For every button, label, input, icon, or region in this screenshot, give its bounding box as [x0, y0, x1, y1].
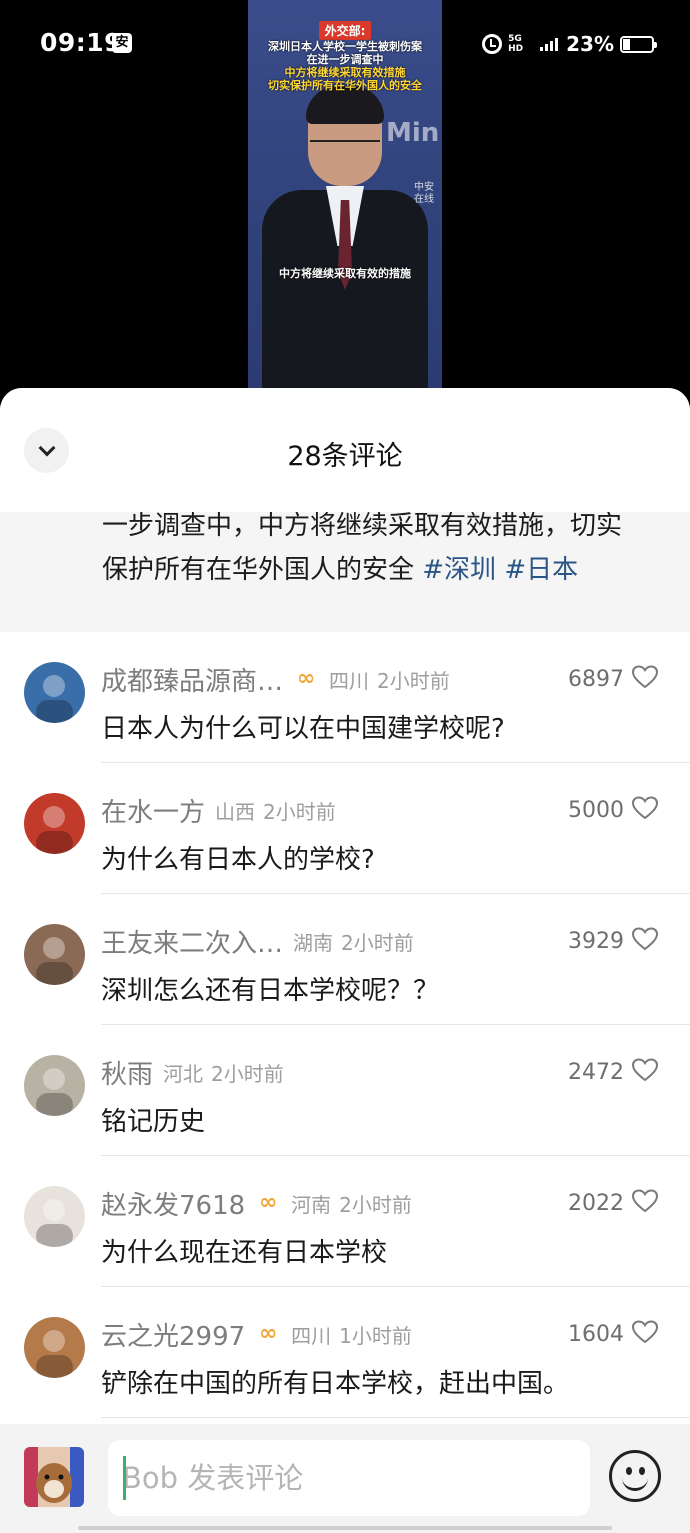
comment-text: 为什么现在还有日本学校	[101, 1238, 388, 1268]
like-count: 2022	[568, 1190, 624, 1216]
video-speaker-glasses	[310, 140, 380, 154]
avatar[interactable]	[24, 1186, 85, 1247]
like-button[interactable]: 3929	[568, 927, 659, 955]
comment-time: 2小时前	[211, 1061, 284, 1086]
comment-location: 湖南	[293, 930, 334, 955]
post-text-line: 保护所有在华外国人的安全	[102, 555, 423, 585]
comment-username[interactable]: 王友来二次入…	[101, 923, 283, 960]
avatar[interactable]	[24, 924, 85, 985]
comment-meta: 王友来二次入… 湖南 2小时前	[101, 923, 414, 960]
comment-input-bar	[0, 1424, 690, 1533]
home-indicator[interactable]	[78, 1526, 612, 1530]
comment-item[interactable]: 王友来二次入… 湖南 2小时前深圳怎么还有日本学校呢？？ 3929	[0, 894, 690, 1025]
comment-location: 四川	[329, 668, 370, 693]
vip-badge-icon: ∞	[259, 1190, 278, 1215]
status-bar: 09:19 安 5G HD 23%	[0, 0, 690, 88]
heart-icon	[631, 796, 659, 824]
heart-icon	[631, 1189, 659, 1217]
comment-location: 四川	[291, 1323, 332, 1348]
like-count: 3929	[568, 928, 624, 954]
sheet-header: 28条评论	[0, 388, 690, 512]
comments-sheet: 28条评论 一步调查中，中方将继续采取有效措施，切实 保护所有在华外国人的安全 …	[0, 388, 690, 1533]
comment-location: 河北	[163, 1061, 204, 1086]
comment-location: 山西	[215, 799, 256, 824]
network-label: 5G HD	[508, 34, 524, 54]
like-button[interactable]: 2472	[568, 1058, 659, 1086]
emoji-mouth	[622, 1477, 648, 1491]
comment-item[interactable]: 成都臻品源商… ∞ 四川 2小时前日本人为什么可以在中国建学校呢? 6897	[0, 632, 690, 763]
comment-text: 铭记历史	[101, 1107, 206, 1137]
text-caret	[123, 1456, 126, 1500]
like-button[interactable]: 1604	[568, 1320, 659, 1348]
battery-percent: 23%	[566, 32, 614, 56]
comment-username[interactable]: 云之光2997	[101, 1316, 245, 1353]
comment-username[interactable]: 秋雨	[101, 1054, 153, 1091]
heart-icon	[631, 1320, 659, 1348]
comment-time: 2小时前	[377, 668, 450, 693]
like-button[interactable]: 2022	[568, 1189, 659, 1217]
vip-badge-icon: ∞	[259, 1321, 278, 1346]
avatar[interactable]	[24, 1447, 84, 1507]
post-text: 一步调查中，中方将继续采取有效措施，切实 保护所有在华外国人的安全 #深圳 #日…	[102, 504, 662, 592]
comments-count-title: 28条评论	[287, 441, 403, 472]
comment-item[interactable]: 云之光2997 ∞ 四川 1小时前铲除在中国的所有日本学校，赶出中国。 1604	[0, 1287, 690, 1418]
comment-meta: 赵永发7618 ∞ 河南 2小时前	[101, 1185, 412, 1222]
comment-text: 日本人为什么可以在中国建学校呢?	[101, 714, 505, 744]
comment-time: 2小时前	[339, 1192, 412, 1217]
comment-username[interactable]: 成都臻品源商…	[101, 661, 283, 698]
video-background-text: Min	[386, 118, 440, 148]
avatar[interactable]	[24, 1317, 85, 1378]
vip-badge-icon: ∞	[296, 666, 316, 691]
heart-icon	[631, 927, 659, 955]
heart-icon	[631, 665, 659, 693]
avatar[interactable]	[24, 662, 85, 723]
comment-time: 2小时前	[263, 799, 336, 824]
like-button[interactable]: 6897	[568, 665, 659, 693]
emoji-icon[interactable]	[609, 1450, 661, 1502]
heart-icon	[631, 1058, 659, 1086]
comment-text: 深圳怎么还有日本学校呢？？	[101, 976, 440, 1006]
comment-time: 1小时前	[339, 1323, 412, 1348]
comment-item[interactable]: 赵永发7618 ∞ 河南 2小时前为什么现在还有日本学校 2022	[0, 1156, 690, 1287]
like-count: 5000	[568, 797, 624, 823]
post-description: 一步调查中，中方将继续采取有效措施，切实 保护所有在华外国人的安全 #深圳 #日…	[0, 511, 690, 632]
comment-text: 为什么有日本人的学校?	[101, 845, 375, 875]
comment-time: 2小时前	[341, 930, 414, 955]
comment-item[interactable]: 秋雨 河北 2小时前 铭记历史 2472	[0, 1025, 690, 1156]
hashtag-link[interactable]: #深圳	[422, 555, 496, 585]
like-count: 6897	[568, 666, 624, 692]
like-count: 2472	[568, 1059, 624, 1085]
like-button[interactable]: 5000	[568, 796, 659, 824]
avatar[interactable]	[24, 793, 85, 854]
alarm-icon	[482, 34, 503, 54]
video-caption: 中方将继续采取有效的措施	[279, 267, 411, 280]
comment-location: 河南	[291, 1192, 332, 1217]
video-source-badge: 中安在线	[414, 182, 434, 205]
comment-meta: 秋雨 河北 2小时前	[101, 1054, 284, 1091]
comment-meta: 在水一方 山西 2小时前	[101, 792, 336, 829]
app-notification-icon: 安	[112, 33, 132, 53]
hashtag-link[interactable]: #日本	[504, 555, 578, 585]
comment-username[interactable]: 在水一方	[101, 792, 205, 829]
divider	[101, 1417, 690, 1418]
comment-meta: 云之光2997 ∞ 四川 1小时前	[101, 1316, 412, 1353]
comment-item[interactable]: 在水一方 山西 2小时前为什么有日本人的学校? 5000	[0, 763, 690, 894]
avatar[interactable]	[24, 1055, 85, 1116]
comment-input[interactable]	[108, 1440, 590, 1516]
signal-icon	[540, 37, 559, 51]
comment-text: 铲除在中国的所有日本学校，赶出中国。	[101, 1369, 570, 1399]
comment-meta: 成都臻品源商… ∞ 四川 2小时前	[101, 661, 450, 698]
status-indicators: 5G HD 23%	[482, 30, 657, 58]
battery-icon	[620, 35, 657, 53]
emoji-eye	[639, 1467, 645, 1475]
emoji-eye	[626, 1467, 632, 1475]
status-time: 09:19	[40, 28, 123, 57]
comment-username[interactable]: 赵永发7618	[101, 1185, 245, 1222]
like-count: 1604	[568, 1321, 624, 1347]
